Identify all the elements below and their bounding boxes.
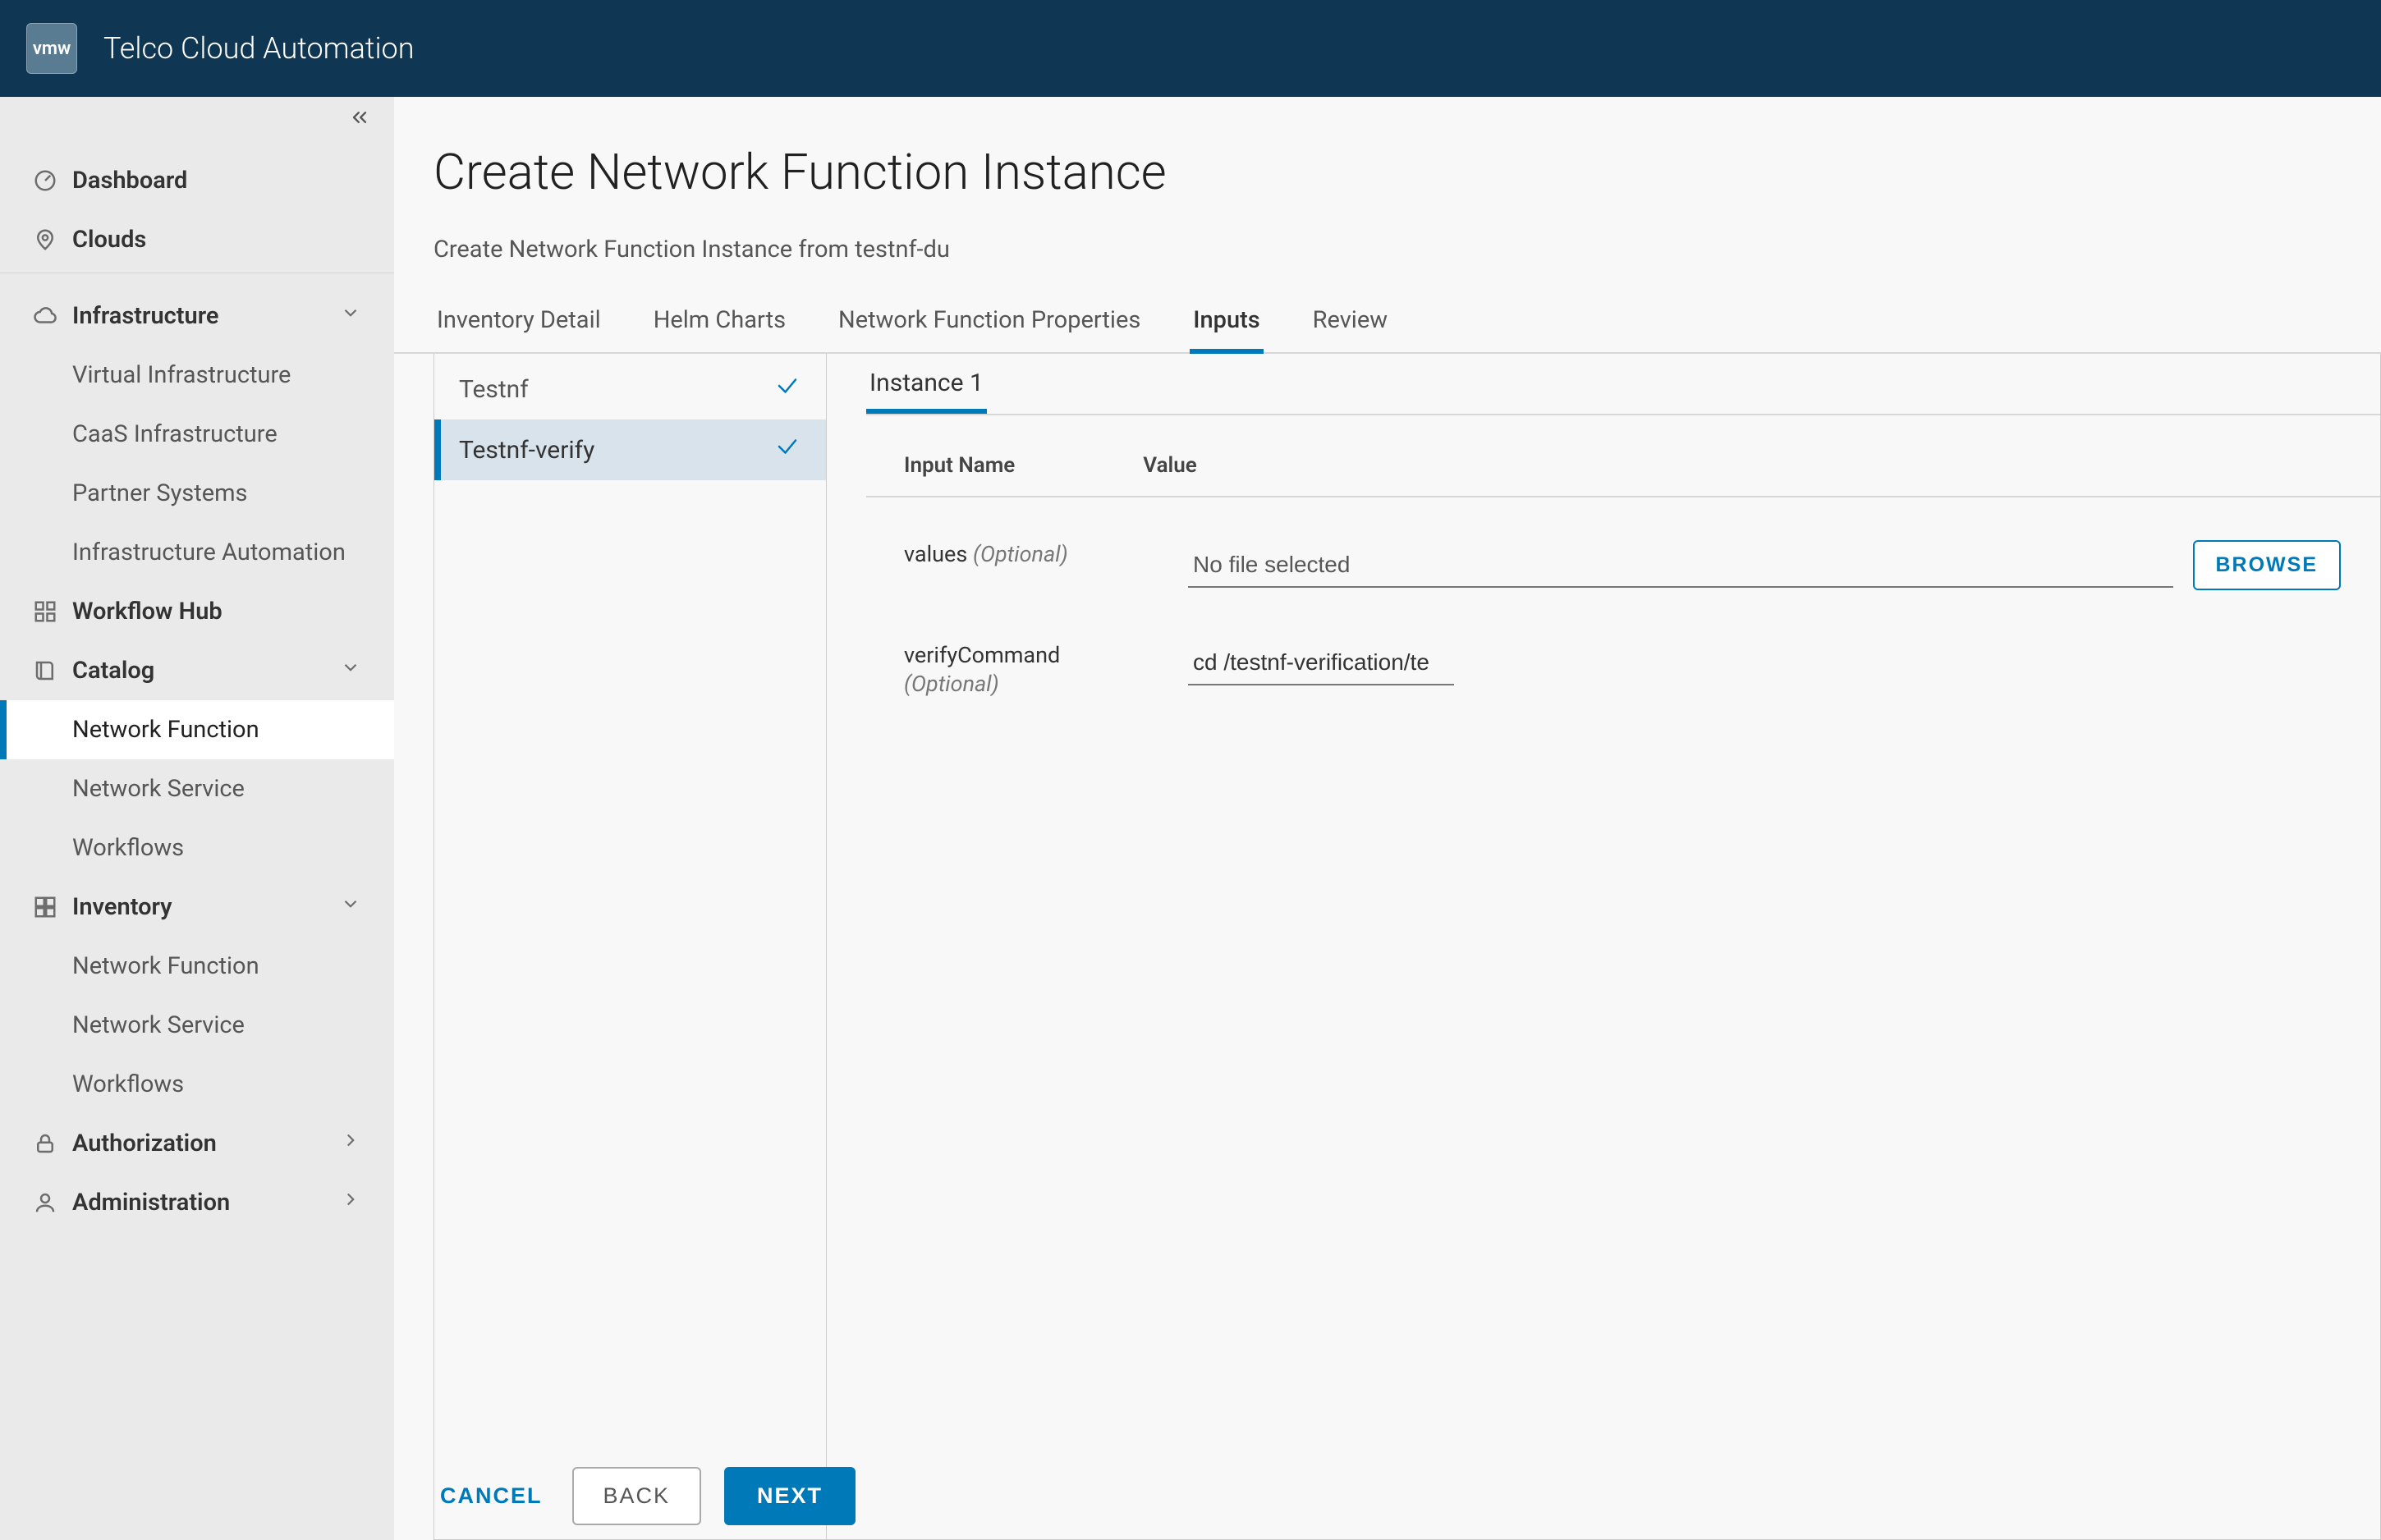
gauge-icon: [33, 168, 57, 193]
wizard-tabs: Inventory Detail Helm Charts Network Fun…: [394, 305, 2381, 354]
values-file-input[interactable]: [1188, 543, 2173, 588]
sidebar-item-infrastructure-automation[interactable]: Infrastructure Automation: [0, 523, 394, 582]
sidebar-item-catalog[interactable]: Catalog: [0, 641, 394, 700]
sidebar-item-label: Administration: [72, 1189, 230, 1217]
boxes-icon: [33, 895, 57, 919]
main-content: Create Network Function Instance Create …: [394, 97, 2381, 1540]
field-row-values: values (Optional) BROWSE: [866, 497, 2380, 598]
left-item-testnf[interactable]: Testnf: [434, 359, 826, 419]
page-title: Create Network Function Instance: [394, 143, 2381, 236]
sidebar-item-label: Network Function: [72, 952, 259, 980]
book-icon: [33, 658, 57, 683]
lock-icon: [33, 1131, 57, 1156]
field-row-verifycommand: verifyCommand (Optional): [866, 598, 2380, 707]
sidebar-item-label: Virtual Infrastructure: [72, 361, 291, 389]
sidebar-item-label: CaaS Infrastructure: [72, 420, 278, 448]
tab-helm-charts[interactable]: Helm Charts: [650, 306, 789, 354]
label-text: values: [904, 541, 967, 567]
chevron-right-icon: [340, 1189, 361, 1217]
sidebar-item-inventory-network-service[interactable]: Network Service: [0, 996, 394, 1055]
sidebar-item-label: Workflow Hub: [72, 598, 223, 626]
tab-nf-properties[interactable]: Network Function Properties: [835, 306, 1144, 354]
sidebar-item-label: Network Service: [72, 1011, 245, 1039]
left-item-label: Testnf-verify: [459, 436, 594, 465]
app-header: vmw Telco Cloud Automation: [0, 0, 2381, 97]
tab-instance-1[interactable]: Instance 1: [866, 369, 987, 414]
sidebar-item-label: Partner Systems: [72, 479, 248, 507]
pin-icon: [33, 227, 57, 252]
sidebar-item-inventory-workflows[interactable]: Workflows: [0, 1055, 394, 1114]
user-icon: [33, 1190, 57, 1215]
sidebar-item-label: Workflows: [72, 834, 184, 862]
label-text: verifyCommand: [904, 642, 1060, 668]
field-label-verifycommand: verifyCommand (Optional): [904, 641, 1117, 699]
sidebar-item-virtual-infrastructure[interactable]: Virtual Infrastructure: [0, 346, 394, 405]
browse-button[interactable]: BROWSE: [2193, 540, 2342, 590]
check-icon: [775, 374, 800, 405]
check-icon: [775, 434, 800, 465]
sidebar-item-label: Inventory: [72, 893, 172, 921]
sidebar-item-catalog-network-function[interactable]: Network Function: [0, 700, 394, 759]
back-button[interactable]: BACK: [572, 1467, 702, 1525]
verifycommand-input[interactable]: [1188, 641, 1454, 685]
label-optional: (Optional): [973, 541, 1068, 567]
sidebar-item-label: Infrastructure Automation: [72, 539, 346, 566]
chevron-down-icon: [340, 657, 361, 685]
sidebar-item-label: Workflows: [72, 1070, 184, 1098]
chevron-right-icon: [340, 1130, 361, 1157]
sidebar-item-dashboard[interactable]: Dashboard: [0, 151, 394, 210]
sidebar-item-inventory[interactable]: Inventory: [0, 878, 394, 937]
inputs-left-list: Testnf Testnf-verify: [434, 354, 827, 1539]
sidebar-item-label: Network Function: [72, 716, 259, 744]
vmware-logo-badge: vmw: [26, 23, 77, 74]
cloud-icon: [33, 304, 57, 328]
inputs-panel: Testnf Testnf-verify Instance 1 Input Na…: [434, 354, 2381, 1540]
product-name: Telco Cloud Automation: [103, 31, 415, 66]
column-headers: Input Name Value: [866, 415, 2380, 497]
left-item-label: Testnf: [459, 375, 529, 404]
sidebar-item-label: Clouds: [72, 226, 146, 254]
chevron-down-icon: [340, 893, 361, 921]
page-subtitle: Create Network Function Instance from te…: [394, 236, 2381, 305]
tab-inputs[interactable]: Inputs: [1190, 306, 1263, 354]
label-optional: (Optional): [904, 671, 999, 697]
col-header-input-name: Input Name: [904, 453, 1015, 478]
sidebar-collapse-icon[interactable]: [348, 106, 371, 132]
sidebar-item-workflow-hub[interactable]: Workflow Hub: [0, 582, 394, 641]
tab-review[interactable]: Review: [1310, 306, 1391, 354]
sidebar-item-label: Dashboard: [72, 167, 187, 195]
next-button[interactable]: NEXT: [724, 1467, 856, 1525]
sidebar-item-administration[interactable]: Administration: [0, 1173, 394, 1232]
sidebar-item-label: Network Service: [72, 775, 245, 803]
left-item-testnf-verify[interactable]: Testnf-verify: [434, 419, 826, 480]
wizard-buttons: CANCEL BACK NEXT: [434, 1467, 856, 1525]
inputs-right-pane: Instance 1 Input Name Value values (Opti…: [827, 354, 2380, 1539]
sidebar: Dashboard Clouds Infrastructure Virtual …: [0, 97, 394, 1540]
sidebar-item-catalog-workflows[interactable]: Workflows: [0, 818, 394, 878]
sidebar-item-caas-infrastructure[interactable]: CaaS Infrastructure: [0, 405, 394, 464]
sidebar-item-infrastructure[interactable]: Infrastructure: [0, 286, 394, 346]
sidebar-item-clouds[interactable]: Clouds: [0, 210, 394, 269]
sidebar-item-partner-systems[interactable]: Partner Systems: [0, 464, 394, 523]
field-label-values: values (Optional): [904, 540, 1117, 569]
sidebar-item-label: Infrastructure: [72, 302, 218, 330]
cancel-button[interactable]: CANCEL: [434, 1470, 549, 1522]
col-header-value: Value: [1143, 453, 1197, 478]
grid-icon: [33, 599, 57, 624]
tab-inventory-detail[interactable]: Inventory Detail: [434, 306, 604, 354]
sidebar-item-authorization[interactable]: Authorization: [0, 1114, 394, 1173]
chevron-down-icon: [340, 302, 361, 330]
sidebar-item-catalog-network-service[interactable]: Network Service: [0, 759, 394, 818]
sidebar-item-inventory-network-function[interactable]: Network Function: [0, 937, 394, 996]
sidebar-item-label: Catalog: [72, 657, 154, 685]
sidebar-item-label: Authorization: [72, 1130, 217, 1157]
